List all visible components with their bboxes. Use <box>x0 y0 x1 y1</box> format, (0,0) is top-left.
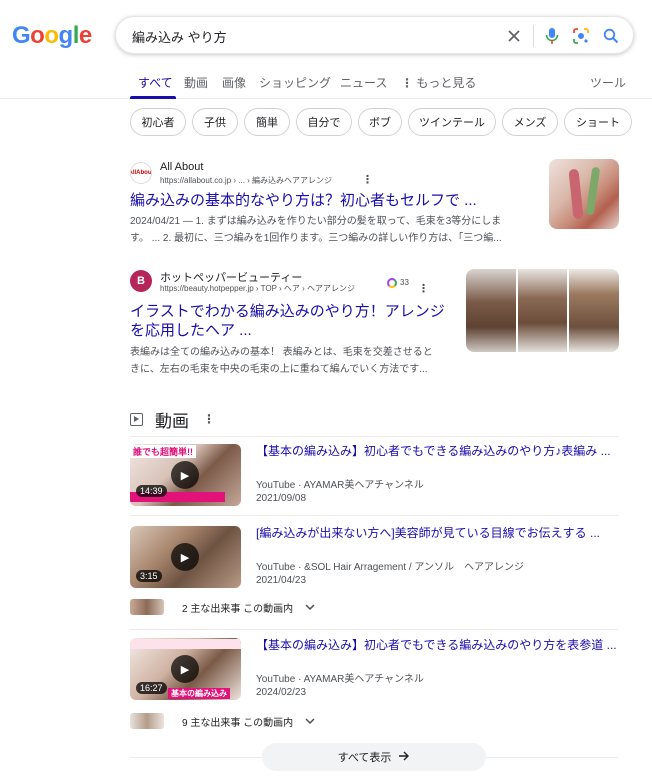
more-kebab-icon: ⋮ <box>401 76 413 90</box>
chevron-down-icon <box>305 602 315 613</box>
result-menu-icon[interactable]: ⋮ <box>362 173 373 186</box>
result-title-line2[interactable]: を応用したヘア ... <box>130 321 252 340</box>
video-title-link[interactable]: [編み込みが出来ない方へ]美容師が見ている目線でお伝えする ... <box>256 524 618 541</box>
search-tabs: すべて 動画 画像 ショッピング ニュース ⋮ もっと見る ツール <box>0 71 652 99</box>
google-logo[interactable]: Google <box>12 22 92 50</box>
key-moments-label: 2 主な出来事 この動画内 <box>182 603 294 615</box>
braid-photo-1 <box>466 269 516 352</box>
key-moments-toggle[interactable]: 2 主な出来事 この動画内 <box>130 599 315 615</box>
divider <box>130 629 618 630</box>
video-source: YouTube · AYAMAR美ヘアチャンネル <box>256 674 424 685</box>
result-image-strip[interactable] <box>466 269 619 352</box>
search-box[interactable]: 編み込み やり方 <box>115 16 634 54</box>
result-title-line1[interactable]: イラストでわかる編み込みのやり方！アレンジ <box>130 302 445 321</box>
thumb-caption: 誰でも超簡単!! <box>130 445 196 458</box>
video-date: 2021/09/08 <box>256 493 307 504</box>
result-snippet-line2: きに、左右の毛束を中央の毛束の上に重ねて編んでいく方法です... <box>130 364 428 375</box>
video-duration: 14:39 <box>136 485 167 497</box>
hair-streak-green <box>585 166 601 216</box>
hotpepper-favicon: B <box>130 270 152 292</box>
badge-icon <box>387 278 397 288</box>
chip-short[interactable]: ショート <box>564 108 632 136</box>
tab-more[interactable]: ⋮ もっと見る <box>401 74 476 91</box>
thumb-caption: 基本の編み込み <box>168 688 230 699</box>
tab-shopping[interactable]: ショッピング <box>259 74 331 91</box>
search-input[interactable]: 編み込み やり方 <box>132 27 227 46</box>
play-icon[interactable]: ▶ <box>171 655 199 683</box>
key-moments-label: 9 主な出来事 この動画内 <box>182 717 294 729</box>
tab-news[interactable]: ニュース <box>340 74 387 91</box>
divider <box>130 515 618 516</box>
chip-self[interactable]: 自分で <box>296 108 352 136</box>
active-tab-indicator <box>130 96 176 99</box>
video-thumbnail[interactable]: 誰でも超簡単!! ▶ 14:39 <box>130 444 241 506</box>
video-section-icon <box>130 412 143 426</box>
search-divider <box>533 25 534 47</box>
result-title-link[interactable]: 編み込みの基本的なやり方は？初心者もセルフで ... <box>130 191 477 210</box>
braid-photo-3 <box>569 269 619 352</box>
video-source: YouTube · AYAMAR美ヘアチャンネル <box>256 480 424 491</box>
hair-streak-pink <box>568 168 584 220</box>
result-snippet-line1: 表編みは全ての編み込みの基本！ 表編みとは、毛束を交差させると <box>130 347 433 358</box>
search-result: AllAbout All About https://allabout.co.j… <box>130 161 618 248</box>
show-all-label: すべて表示 <box>337 752 392 764</box>
video-duration: 16:27 <box>136 682 167 694</box>
video-thumbnail[interactable]: 基本の編み込み ▶ 16:27 <box>130 638 241 700</box>
search-result: B ホットペッパービューティー https://beauty.hotpepper… <box>130 270 460 378</box>
tab-all[interactable]: すべて <box>138 74 173 91</box>
microphone-icon[interactable] <box>542 26 562 46</box>
arrow-right-icon <box>399 751 410 764</box>
lens-icon[interactable] <box>571 26 591 46</box>
video-source: YouTube · &SOL Hair Arragement / アンソル ヘア… <box>256 562 525 573</box>
result-snippet-line2: す。 ... 2. 最初に、三つ編みを1回作ります。三つ編みの詳しい作り方は、「… <box>130 233 502 244</box>
videos-section-header: 動画 ⋮ <box>130 408 215 431</box>
video-date: 2024/02/23 <box>256 687 307 698</box>
result-snippet-line1: 2024/04/21 — 1. まずは編み込みを作りたい部分の髪を取って、毛束を… <box>130 216 502 227</box>
tab-videos[interactable]: 動画 <box>184 74 208 91</box>
moments-thumbnail <box>130 599 164 615</box>
video-title-link[interactable]: 【基本の編み込み】初心者でもできる編み込みのやり方♪表編み ... <box>256 442 618 459</box>
chip-kids[interactable]: 子供 <box>192 108 238 136</box>
badge-count: 33 <box>400 278 409 287</box>
play-icon[interactable]: ▶ <box>171 461 199 489</box>
divider <box>130 436 618 437</box>
play-icon[interactable]: ▶ <box>171 543 199 571</box>
chip-bob[interactable]: ボブ <box>358 108 402 136</box>
show-all-videos-button[interactable]: すべて表示 <box>262 743 486 771</box>
chip-mens[interactable]: メンズ <box>502 108 558 136</box>
chip-easy[interactable]: 簡単 <box>244 108 290 136</box>
allabout-favicon: AllAbout <box>130 162 152 184</box>
videos-section-title: 動画 <box>155 411 189 431</box>
result-site-name[interactable]: All About <box>160 161 203 173</box>
videos-section-menu-icon[interactable]: ⋮ <box>203 412 215 426</box>
video-duration: 3:15 <box>136 570 162 582</box>
tab-images[interactable]: 画像 <box>222 74 246 91</box>
chevron-down-icon <box>305 716 315 727</box>
tools-button[interactable]: ツール <box>590 74 626 91</box>
search-icon[interactable] <box>601 26 621 46</box>
key-moments-toggle[interactable]: 9 主な出来事 この動画内 <box>130 713 315 729</box>
moments-thumbnail <box>130 713 164 729</box>
video-thumbnail[interactable]: ▶ 3:15 <box>130 526 241 588</box>
result-thumbnail[interactable] <box>549 159 619 229</box>
braid-photo-2 <box>517 269 568 352</box>
chip-twintail[interactable]: ツインテール <box>408 108 496 136</box>
result-url[interactable]: https://beauty.hotpepper.jp › TOP › ヘア ›… <box>160 283 355 294</box>
tab-more-label: もっと見る <box>416 76 477 90</box>
video-result[interactable]: 基本の編み込み ▶ 16:27 【基本の編み込み】初心者でもできる編み込みのやり… <box>130 638 618 700</box>
video-date: 2021/04/23 <box>256 575 307 586</box>
video-result[interactable]: ▶ 3:15 [編み込みが出来ない方へ]美容師が見ている目線でお伝えする ...… <box>130 526 618 588</box>
result-url[interactable]: https://allabout.co.jp › ... › 編み込みヘアアレン… <box>160 175 332 186</box>
video-result[interactable]: 誰でも超簡単!! ▶ 14:39 【基本の編み込み】初心者でもできる編み込みのや… <box>130 444 618 506</box>
result-menu-icon[interactable]: ⋮ <box>418 282 429 295</box>
chip-beginner[interactable]: 初心者 <box>130 108 186 136</box>
thumb-top-banner <box>130 639 241 649</box>
video-title-link[interactable]: 【基本の編み込み】初心者でもできる編み込みのやり方を表参道 ... <box>256 636 618 653</box>
clear-icon[interactable] <box>504 26 524 46</box>
